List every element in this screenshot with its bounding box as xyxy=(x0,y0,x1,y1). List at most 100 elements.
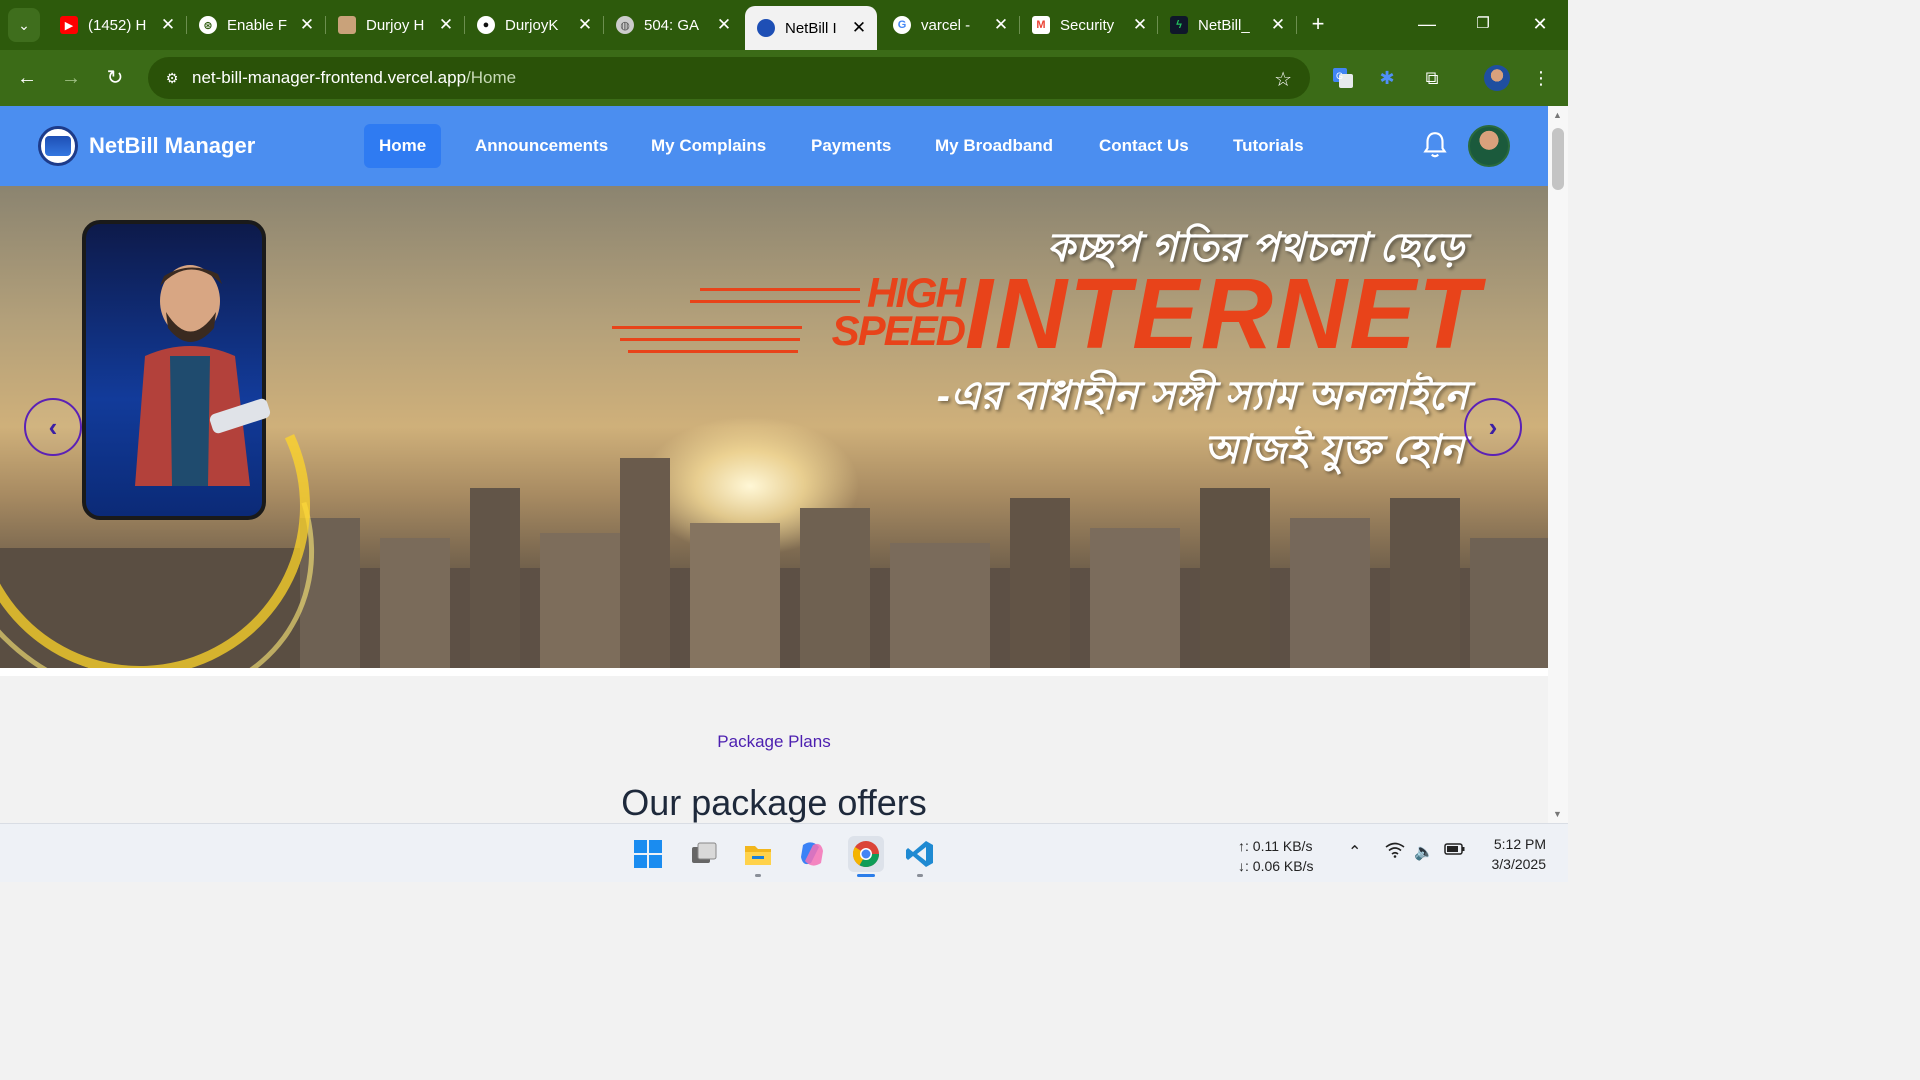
battery-icon[interactable] xyxy=(1444,842,1466,861)
section-divider xyxy=(0,668,1548,676)
tab-title: Durjoy H xyxy=(366,16,425,34)
close-tab-icon[interactable]: ✕ xyxy=(295,15,319,35)
netbill-logo[interactable] xyxy=(38,126,78,166)
close-tab-icon[interactable]: ✕ xyxy=(1128,15,1152,35)
tab-title: Security xyxy=(1060,16,1115,34)
extensions-menu-icon[interactable]: ⧉ xyxy=(1418,64,1446,92)
google-translate-icon[interactable]: G xyxy=(1329,64,1357,92)
site-navbar: NetBill Manager Home Announcements My Co… xyxy=(0,106,1548,186)
browser-tab-active[interactable]: NetBill I ✕ xyxy=(745,6,877,50)
minimize-window-button[interactable]: — xyxy=(1407,10,1447,38)
nav-home[interactable]: Home xyxy=(364,124,442,168)
file-explorer-icon[interactable] xyxy=(740,836,776,872)
browser-tab[interactable]: ⊛ Enable F ✕ xyxy=(187,8,325,42)
browser-tab[interactable]: ϟ NetBill_ ✕ xyxy=(1158,8,1296,42)
openai-icon: ⊛ xyxy=(199,16,217,34)
nav-payments[interactable]: Payments xyxy=(796,124,906,168)
gmail-icon: M xyxy=(1032,16,1050,34)
youtube-icon: ▶ xyxy=(60,16,78,34)
tab-title: NetBill_ xyxy=(1198,16,1250,34)
nav-tutorials[interactable]: Tutorials xyxy=(1218,124,1319,168)
close-tab-icon[interactable]: ✕ xyxy=(156,15,180,35)
speed-line xyxy=(612,326,802,329)
tab-title: 504: GA xyxy=(644,16,700,34)
tab-title: NetBill I xyxy=(785,19,837,37)
download-speed: ↓: 0.06 KB/s xyxy=(1238,858,1314,874)
volume-icon[interactable]: 🔈 xyxy=(1414,842,1434,862)
speed-line xyxy=(620,338,800,341)
system-clock[interactable]: 5:12 PM 3/3/2025 xyxy=(1480,834,1547,874)
tab-search-button[interactable]: ⌄ xyxy=(8,8,40,42)
address-bar[interactable]: ⚙ net-bill-manager-frontend.vercel.app/H… xyxy=(148,57,1310,99)
windows-start-icon[interactable] xyxy=(630,836,666,872)
speed-line xyxy=(628,350,798,353)
restore-window-button[interactable]: ❐ xyxy=(1463,10,1503,38)
wifi-icon[interactable] xyxy=(1385,842,1405,863)
brand-name[interactable]: NetBill Manager xyxy=(89,133,255,159)
nav-my-broadband[interactable]: My Broadband xyxy=(920,124,1068,168)
browser-toolbar: ← → ↻ ⚙ net-bill-manager-frontend.vercel… xyxy=(0,50,1568,106)
scrollbar-thumb[interactable] xyxy=(1552,128,1564,190)
scroll-down-arrow-icon[interactable]: ▼ xyxy=(1553,809,1562,819)
back-button[interactable]: ← xyxy=(13,64,41,92)
bolt-icon: ϟ xyxy=(1170,16,1188,34)
extension-puzzle-icon[interactable]: ✱ xyxy=(1373,64,1401,92)
chevron-down-icon: ⌄ xyxy=(18,16,30,33)
active-indicator xyxy=(857,874,875,877)
browser-tab[interactable]: ● DurjoyK ✕ xyxy=(465,8,603,42)
hero-carousel: কচ্ছপ গতির পথচলা ছেড়ে HIGH SPEED INTERN… xyxy=(0,186,1548,668)
section-title: Our package offers xyxy=(621,782,927,823)
carousel-prev-button[interactable]: ‹ xyxy=(24,398,82,456)
vscode-icon[interactable] xyxy=(902,836,938,872)
task-view-icon[interactable] xyxy=(686,836,722,872)
profile-photo-icon xyxy=(338,16,356,34)
copilot-icon[interactable] xyxy=(794,836,830,872)
browser-tab[interactable]: G varcel - ✕ xyxy=(881,8,1019,42)
close-tab-icon[interactable]: ✕ xyxy=(712,15,736,35)
svg-text:G: G xyxy=(1336,71,1343,81)
browser-tab[interactable]: ◍ 504: GA ✕ xyxy=(604,8,742,42)
browser-menu-icon[interactable]: ⋮ xyxy=(1527,64,1555,92)
scroll-up-arrow-icon[interactable]: ▲ xyxy=(1553,110,1562,120)
close-window-button[interactable]: ✕ xyxy=(1520,10,1560,38)
close-tab-icon[interactable]: ✕ xyxy=(989,15,1013,35)
carousel-next-button[interactable]: › xyxy=(1464,398,1522,456)
reload-button[interactable]: ↻ xyxy=(101,64,129,92)
browser-tab-strip: ⌄ ▶ (1452) H ✕ ⊛ Enable F ✕ Durjoy H ✕ ●… xyxy=(0,0,1568,50)
upload-speed: ↑: 0.11 KB/s xyxy=(1238,838,1313,854)
page-scrollbar[interactable]: ▲ ▼ xyxy=(1548,106,1568,823)
tab-title: (1452) H xyxy=(88,16,147,34)
clock-time: 5:12 PM xyxy=(1493,836,1546,852)
network-speed-widget: ↑: 0.11 KB/s ↓: 0.06 KB/s xyxy=(1238,836,1313,876)
browser-tab[interactable]: M Security ✕ xyxy=(1020,8,1158,42)
browser-tab[interactable]: Durjoy H ✕ xyxy=(326,8,464,42)
show-hidden-icons-icon[interactable]: ⌃ xyxy=(1348,842,1361,862)
forward-button[interactable]: → xyxy=(57,64,85,92)
github-icon: ● xyxy=(477,16,495,34)
close-tab-icon[interactable]: ✕ xyxy=(1266,15,1290,35)
banner-speed: SPEED xyxy=(831,307,966,354)
nav-my-complains[interactable]: My Complains xyxy=(636,124,781,168)
user-avatar[interactable] xyxy=(1468,125,1510,167)
section-eyebrow: Package Plans xyxy=(717,732,831,751)
close-tab-icon[interactable]: ✕ xyxy=(434,15,458,35)
browser-tab[interactable]: ▶ (1452) H ✕ xyxy=(48,8,186,42)
running-indicator xyxy=(755,874,761,877)
site-info-icon[interactable]: ⚙ xyxy=(152,70,192,87)
close-tab-icon[interactable]: ✕ xyxy=(573,15,597,35)
new-tab-button[interactable]: + xyxy=(1304,10,1332,38)
notification-bell-icon[interactable] xyxy=(1422,130,1448,160)
profile-avatar-icon[interactable] xyxy=(1483,64,1511,92)
banner-high-speed: HIGH SPEED xyxy=(784,272,966,354)
url-host: net-bill-manager-frontend.vercel.app xyxy=(192,68,467,87)
close-tab-icon[interactable]: ✕ xyxy=(847,18,871,38)
bookmark-star-icon[interactable]: ☆ xyxy=(1274,67,1292,92)
chrome-icon[interactable] xyxy=(848,836,884,872)
tab-title: DurjoyK xyxy=(505,16,559,34)
nav-announcements[interactable]: Announcements xyxy=(460,124,623,168)
nav-contact-us[interactable]: Contact Us xyxy=(1084,124,1204,168)
google-icon: G xyxy=(893,16,911,34)
banner-internet: INTERNET xyxy=(965,258,1481,370)
running-indicator xyxy=(917,874,923,877)
banner-line-3: আজই যুক্ত হোন xyxy=(1203,428,1464,472)
